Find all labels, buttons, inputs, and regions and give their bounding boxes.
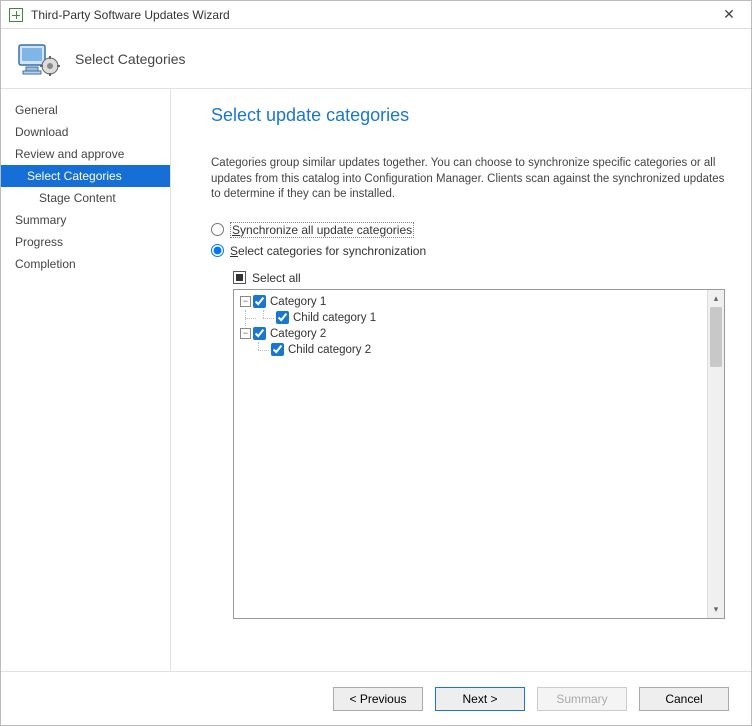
tree-label: Category 2 [270, 328, 326, 340]
tree-checkbox[interactable] [276, 311, 289, 324]
sidebar-item-download[interactable]: Download [1, 121, 170, 143]
tree-row-category-1[interactable]: − Category 1 [240, 294, 701, 310]
tree-checkbox[interactable] [253, 295, 266, 308]
collapse-icon[interactable]: − [240, 296, 251, 307]
sidebar-item-completion[interactable]: Completion [1, 253, 170, 275]
page-description: Categories group similar updates togethe… [211, 156, 725, 203]
radio-sync-all-input[interactable] [211, 223, 224, 236]
select-all-row[interactable]: Select all [233, 271, 725, 285]
tree-checkbox[interactable] [253, 327, 266, 340]
category-tree-panel: − Category 1 Child category 1 [233, 289, 725, 619]
sidebar-item-stage-content[interactable]: Stage Content [1, 187, 170, 209]
sidebar-item-review-approve[interactable]: Review and approve [1, 143, 170, 165]
next-button[interactable]: Next > [435, 687, 525, 711]
cancel-button[interactable]: Cancel [639, 687, 729, 711]
summary-button[interactable]: Summary [537, 687, 627, 711]
wizard-body: General Download Review and approve Sele… [1, 89, 751, 671]
monitor-gear-icon [17, 39, 61, 79]
sidebar-item-select-categories[interactable]: Select Categories [1, 165, 170, 187]
tree-checkbox[interactable] [271, 343, 284, 356]
wizard-header: Select Categories [1, 29, 751, 89]
wizard-window: Third-Party Software Updates Wizard ✕ Se… [0, 0, 752, 726]
tree-label: Child category 1 [293, 312, 376, 324]
category-tree[interactable]: − Category 1 Child category 1 [234, 290, 707, 618]
previous-button[interactable]: < Previous [333, 687, 423, 711]
radio-select-categories-input[interactable] [211, 244, 224, 257]
page-title: Select update categories [211, 105, 725, 126]
tree-row-category-2[interactable]: − Category 2 [240, 326, 701, 342]
tree-label: Child category 2 [288, 344, 371, 356]
wizard-footer: < Previous Next > Summary Cancel [1, 671, 751, 725]
tree-row-child-2[interactable]: Child category 2 [240, 342, 701, 358]
tree-label: Category 1 [270, 296, 326, 308]
scroll-down-icon[interactable]: ▾ [708, 601, 724, 618]
app-icon [9, 8, 23, 22]
collapse-icon[interactable]: − [240, 328, 251, 339]
tree-scrollbar[interactable]: ▴ ▾ [707, 290, 724, 618]
sidebar-item-general[interactable]: General [1, 99, 170, 121]
close-icon[interactable]: ✕ [715, 1, 743, 28]
header-title: Select Categories [75, 51, 186, 67]
scroll-up-icon[interactable]: ▴ [708, 290, 724, 307]
scroll-thumb[interactable] [710, 307, 722, 367]
sidebar-item-progress[interactable]: Progress [1, 231, 170, 253]
radio-select-categories-label: Select categories for synchronization [230, 244, 426, 258]
title-bar: Third-Party Software Updates Wizard ✕ [1, 1, 751, 29]
tree-row-child-1[interactable]: Child category 1 [240, 310, 701, 326]
radio-select-categories[interactable]: Select categories for synchronization [211, 244, 725, 258]
radio-sync-all[interactable]: Synchronize all update categories [211, 222, 725, 238]
tree-guide-icon [240, 310, 256, 326]
radio-sync-all-label: Synchronize all update categories [230, 222, 414, 238]
tree-elbow-icon [258, 310, 274, 326]
window-title: Third-Party Software Updates Wizard [31, 8, 715, 22]
sidebar-item-summary[interactable]: Summary [1, 209, 170, 231]
sidebar: General Download Review and approve Sele… [1, 89, 171, 671]
content-panel: Select update categories Categories grou… [171, 89, 751, 671]
tree-elbow-icon [253, 342, 269, 358]
select-all-tristate-checkbox[interactable] [233, 271, 246, 284]
scroll-track[interactable] [708, 307, 724, 601]
select-all-label: Select all [252, 271, 301, 285]
